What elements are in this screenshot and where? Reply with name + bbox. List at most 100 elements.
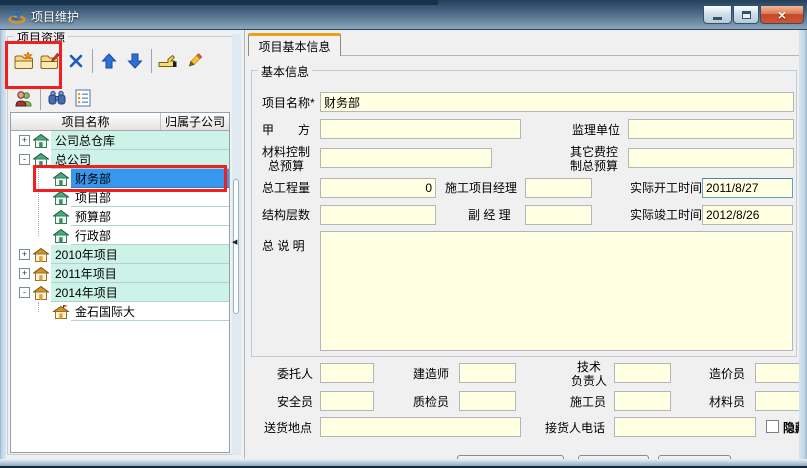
tree-row-2010-projects[interactable]: + 2010年项目: [11, 245, 229, 264]
expand-toggle-icon[interactable]: +: [19, 249, 30, 260]
supervision-unit-input[interactable]: [628, 119, 794, 139]
collapse-arrow-icon: ◀: [232, 239, 237, 246]
quality-inspector-input[interactable]: [459, 391, 516, 411]
column-header-project-name[interactable]: 项目名称: [11, 113, 161, 130]
receiver-phone-label: 接货人电话: [545, 421, 605, 435]
window-border-bottom: [0, 459, 807, 468]
quality-inspector-label: 质检员: [413, 395, 449, 409]
project-name-label: 项目名称*: [262, 96, 315, 110]
tree-row-budget-dept[interactable]: 预算部: [11, 207, 229, 226]
edit-pencil-button[interactable]: [181, 47, 207, 75]
party-a-input[interactable]: [320, 119, 521, 139]
tree-row-label[interactable]: 公司总仓库: [51, 131, 229, 150]
safety-officer-input[interactable]: [320, 391, 374, 411]
supervision-unit-label: 监理单位: [572, 123, 620, 137]
tree-row-jinshi-international[interactable]: 金石国际大: [11, 302, 229, 321]
project-name-input[interactable]: [320, 92, 794, 112]
expand-toggle-icon[interactable]: -: [19, 287, 30, 298]
tree-row-label[interactable]: 行政部: [71, 226, 229, 245]
tree-row-admin-dept[interactable]: 行政部: [11, 226, 229, 245]
actual-start-input[interactable]: [702, 178, 793, 198]
tree-toolbar-row2: [11, 84, 96, 112]
description-label: 总 说 明: [262, 239, 305, 253]
move-up-button[interactable]: [96, 47, 122, 75]
tree-row-label[interactable]: 财务部: [71, 169, 229, 188]
tree-row-2014-projects[interactable]: - 2014年项目: [11, 283, 229, 302]
close-button[interactable]: ×: [760, 5, 804, 24]
minimize-icon: [713, 17, 722, 20]
tree-row-label[interactable]: 项目部: [71, 188, 229, 207]
material-budget-input[interactable]: [320, 148, 492, 168]
tree-row-project-dept[interactable]: 项目部: [11, 188, 229, 207]
tree-connector: [38, 169, 39, 236]
pointing-hand-icon: [158, 53, 178, 69]
actual-finish-input[interactable]: [702, 205, 793, 225]
floors-input[interactable]: [320, 205, 436, 225]
description-textarea[interactable]: [320, 231, 793, 351]
list-grid-icon: [74, 89, 92, 107]
users-icon: [15, 90, 33, 107]
tree-row-label[interactable]: 2011年项目: [51, 264, 229, 283]
green-house-icon: [33, 153, 49, 167]
construction-pm-label: 施工项目经理: [445, 181, 517, 195]
construction-worker-label: 施工员: [570, 395, 606, 409]
client-input[interactable]: [320, 363, 374, 383]
project-maintenance-window: S 项目维护 × 项目资源: [0, 0, 807, 468]
minimize-button[interactable]: [703, 5, 732, 24]
expand-toggle-icon[interactable]: +: [19, 268, 30, 279]
material-budget-label: 材料控制 总预算: [256, 145, 316, 173]
hide-checkbox[interactable]: [766, 420, 779, 433]
right-panel-edge: [244, 30, 245, 459]
other-fee-budget-input[interactable]: [628, 148, 794, 168]
new-folder-button[interactable]: [11, 47, 37, 75]
green-house-icon: [53, 191, 69, 205]
total-quantity-input[interactable]: [320, 178, 436, 198]
tech-lead-input[interactable]: [614, 363, 671, 383]
delivery-address-input[interactable]: [320, 417, 521, 437]
client-label: 委托人: [277, 367, 313, 381]
tree-header[interactable]: 项目名称 归属子公司: [11, 113, 229, 131]
move-down-button[interactable]: [122, 47, 148, 75]
users-button[interactable]: [11, 84, 37, 112]
binoculars-icon: [48, 90, 66, 106]
other-fee-budget-label: 其它费控 制总预算: [564, 145, 624, 173]
tab-project-basic-info[interactable]: 项目基本信息: [248, 33, 341, 56]
tree-row-finance-dept[interactable]: 财务部: [11, 169, 229, 188]
tree-row-label[interactable]: 总公司: [51, 150, 229, 169]
basic-info-caption: 基本信息: [258, 63, 312, 80]
app-logo-icon: S: [8, 7, 26, 24]
delivery-address-label: 送货地点: [264, 421, 312, 435]
tree-row-head-office[interactable]: - 总公司: [11, 150, 229, 169]
tree-row-label[interactable]: 金石国际大: [71, 302, 229, 321]
search-button[interactable]: [44, 84, 70, 112]
tab-label: 项目基本信息: [258, 38, 330, 55]
project-resource-caption: 项目资源: [14, 29, 68, 46]
tree-connector: [38, 302, 39, 312]
tech-lead-label: 技术 负责人: [568, 360, 610, 388]
window-border-right: [799, 30, 807, 468]
list-view-button[interactable]: [70, 84, 96, 112]
expand-toggle-icon[interactable]: +: [19, 135, 30, 146]
deputy-manager-input[interactable]: [525, 205, 592, 225]
pencil-icon: [185, 52, 203, 70]
delete-button[interactable]: [63, 47, 89, 75]
builder-input[interactable]: [459, 363, 516, 383]
builder-label: 建造师: [413, 367, 449, 381]
maximize-button[interactable]: [733, 5, 759, 24]
receiver-phone-input[interactable]: [614, 417, 756, 437]
tree-row-2011-projects[interactable]: + 2011年项目: [11, 264, 229, 283]
column-header-subsidiary[interactable]: 归属子公司: [161, 113, 229, 130]
panel-splitter[interactable]: ◀: [232, 34, 241, 455]
tree-row-label[interactable]: 2014年项目: [51, 283, 229, 302]
orange-house-icon: [33, 248, 49, 262]
splitter-handle[interactable]: [233, 179, 239, 314]
tree-row-company-warehouse[interactable]: + 公司总仓库: [11, 131, 229, 150]
tree-row-label[interactable]: 2010年项目: [51, 245, 229, 264]
construction-pm-input[interactable]: [525, 178, 592, 198]
construction-worker-input[interactable]: [614, 391, 671, 411]
expand-toggle-icon[interactable]: -: [19, 154, 30, 165]
deputy-manager-label: 副 经 理: [468, 208, 511, 222]
edit-folder-button[interactable]: [37, 47, 63, 75]
select-hand-button[interactable]: [155, 47, 181, 75]
tree-row-label[interactable]: 预算部: [71, 207, 229, 226]
